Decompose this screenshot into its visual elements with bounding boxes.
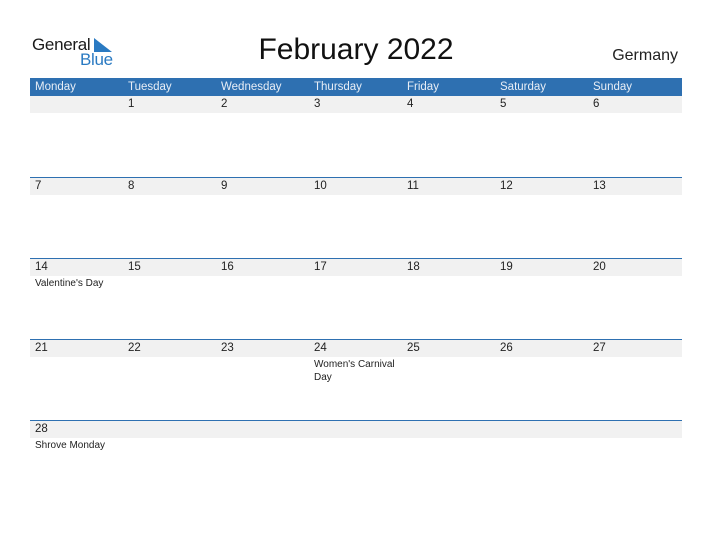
holiday-label [495,113,588,114]
holiday-label [30,113,123,114]
day-number: 7 [35,180,42,192]
day-number: 10 [314,180,327,192]
day-number: 15 [128,261,141,273]
holiday-label [216,438,309,452]
holiday-label [123,276,216,290]
week-row: 7 8 9 10 11 12 13 [30,177,682,258]
holiday-label [588,438,681,452]
day-number: 20 [593,261,606,273]
day-number: 9 [221,180,228,192]
holiday-label [123,195,216,196]
day-number: 6 [593,98,600,110]
holiday-label [216,357,309,384]
weekday-sunday: Sunday [593,81,633,93]
holiday-label [402,113,495,114]
day-number: 8 [128,180,135,192]
holiday-label: Women's Carnival Day [314,359,395,383]
country-label: Germany [612,47,678,64]
holiday-label [402,357,495,384]
day-number [495,421,588,438]
day-number [402,421,495,438]
day-number: 24 [314,342,327,354]
holiday-label [402,195,495,196]
day-number: 16 [221,261,234,273]
holiday-label [30,357,123,384]
day-number: 14 [35,261,48,273]
holiday-label: Valentine's Day [35,278,104,289]
day-number: 19 [500,261,513,273]
holiday-label [588,276,681,290]
day-number [216,421,309,438]
day-number: 18 [407,261,420,273]
events-row [30,113,682,114]
day-number: 3 [314,98,321,110]
holiday-label: Shrove Monday [35,440,106,451]
holiday-label [309,113,402,114]
day-number: 23 [221,342,234,354]
date-bar: 21 22 23 24 25 26 27 [30,340,682,357]
day-number: 25 [407,342,420,354]
calendar-title: February 2022 [258,33,454,66]
holiday-label [216,195,309,196]
weekday-wednesday: Wednesday [221,81,282,93]
day-number: 27 [593,342,606,354]
day-number [30,96,123,113]
weekday-saturday: Saturday [500,81,547,93]
day-number: 26 [500,342,513,354]
events-row: Shrove Monday [30,438,682,452]
holiday-label [30,195,123,196]
date-bar: 7 8 9 10 11 12 13 [30,178,682,195]
weekday-header: Monday Tuesday Wednesday Thursday Friday… [30,78,682,96]
week-row: 14 15 16 17 18 19 20 Valentine's Day [30,258,682,339]
weekday-friday: Friday [407,81,439,93]
week-row: 1 2 3 4 5 6 [30,96,682,177]
date-bar: 1 2 3 4 5 6 [30,96,682,113]
weekday-monday: Monday [35,81,76,93]
day-number: 11 [407,180,419,192]
holiday-label [588,113,681,114]
day-number [123,421,216,438]
weekday-tuesday: Tuesday [128,81,172,93]
day-number: 4 [407,98,414,110]
day-number [309,421,402,438]
day-number: 12 [500,180,513,192]
holiday-label [495,357,588,384]
week-row: 21 22 23 24 25 26 27 Women's Carnival Day [30,339,682,420]
day-number: 13 [593,180,606,192]
date-bar: 14 15 16 17 18 19 20 [30,259,682,276]
holiday-label [495,276,588,290]
day-number: 28 [35,423,48,435]
day-number: 22 [128,342,141,354]
weekday-thursday: Thursday [314,81,362,93]
week-row: 28 Shrove Monday [30,420,682,501]
day-number [588,421,681,438]
holiday-label [309,195,402,196]
calendar-grid: Monday Tuesday Wednesday Thursday Friday… [30,78,682,501]
holiday-label [309,276,402,290]
holiday-label [309,438,402,452]
day-number: 5 [500,98,507,110]
holiday-label [123,113,216,114]
holiday-label [402,438,495,452]
holiday-label [588,357,681,384]
events-row: Women's Carnival Day [30,357,682,384]
holiday-label [495,195,588,196]
date-bar: 28 [30,421,682,438]
events-row: Valentine's Day [30,276,682,290]
holiday-label [216,276,309,290]
holiday-label [123,357,216,384]
day-number: 1 [128,98,135,110]
holiday-label [495,438,588,452]
holiday-label [216,113,309,114]
events-row [30,195,682,196]
day-number: 17 [314,261,327,273]
holiday-label [123,438,216,452]
holiday-label [402,276,495,290]
day-number: 2 [221,98,228,110]
holiday-label [588,195,681,196]
day-number: 21 [35,342,48,354]
